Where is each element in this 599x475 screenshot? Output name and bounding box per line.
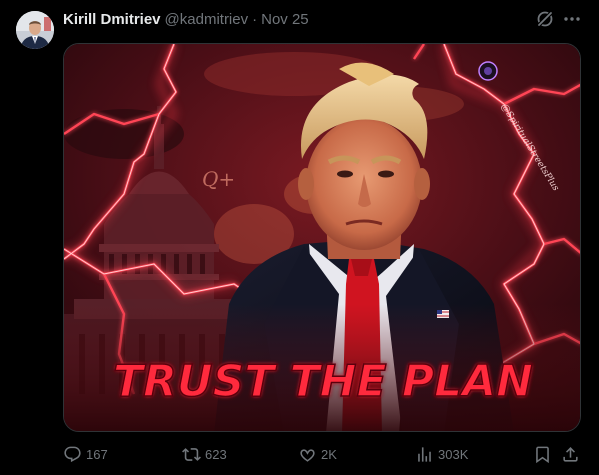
- share-icon: [563, 446, 578, 462]
- like-count: 2K: [321, 446, 337, 462]
- tweet: Kirill Dmitriev @kadmitriev · Nov 25 Q+ …: [0, 0, 599, 475]
- post-date[interactable]: Nov 25: [261, 11, 309, 28]
- separator-dot: ·: [252, 10, 258, 28]
- views-icon: [418, 446, 431, 462]
- media-image[interactable]: Q+ TRUST THE PLAN @SpiritualStreetsPlus: [63, 43, 581, 432]
- tweet-header: Kirill Dmitriev @kadmitriev · Nov 25: [63, 9, 309, 29]
- views-button[interactable]: 303K: [415, 442, 468, 466]
- reply-button[interactable]: 167: [63, 442, 108, 466]
- avatar[interactable]: [16, 11, 54, 49]
- reply-count: 167: [86, 446, 108, 462]
- like-icon: [300, 448, 315, 462]
- repost-count: 623: [205, 446, 227, 462]
- reply-icon: [64, 446, 81, 462]
- q-plus-mark: Q+: [202, 167, 235, 191]
- display-name[interactable]: Kirill Dmitriev: [63, 11, 161, 28]
- bookmark-button[interactable]: [533, 442, 556, 466]
- repost-button[interactable]: 623: [182, 442, 227, 466]
- user-handle[interactable]: @kadmitriev: [165, 11, 249, 28]
- repost-icon: [182, 447, 201, 461]
- grok-icon[interactable]: [535, 9, 555, 29]
- like-button[interactable]: 2K: [298, 442, 337, 466]
- share-button[interactable]: [561, 442, 584, 466]
- headline-text: TRUST THE PLAN: [113, 356, 533, 407]
- more-icon[interactable]: [562, 9, 582, 29]
- views-count: 303K: [438, 446, 469, 462]
- action-bar: 167 623 2K 303K: [63, 442, 583, 466]
- bookmark-icon: [536, 446, 549, 463]
